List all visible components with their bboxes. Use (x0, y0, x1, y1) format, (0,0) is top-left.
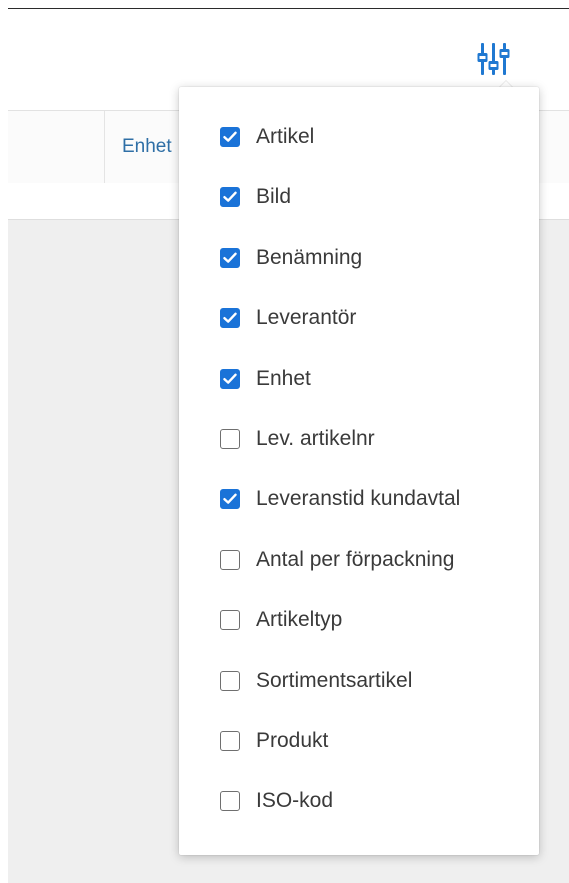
checkmark-icon (223, 493, 237, 505)
checkbox-unchecked[interactable] (220, 670, 240, 691)
checkbox-checked[interactable] (220, 247, 240, 268)
column-option-label: Artikeltyp (256, 608, 343, 632)
column-settings-button[interactable] (474, 40, 520, 80)
column-option-7[interactable]: Antal per förpackning (220, 544, 454, 576)
column-divider (104, 111, 105, 183)
sliders-icon (474, 40, 520, 80)
checkbox-unchecked[interactable] (220, 549, 240, 570)
column-option-label: ISO-kod (256, 789, 334, 813)
checkbox-unchecked[interactable] (220, 429, 240, 449)
column-option-4[interactable]: Enhet (220, 363, 311, 395)
checkbox-checked[interactable] (220, 127, 240, 147)
column-option-label: Benämning (256, 245, 363, 269)
checkbox-checked[interactable] (220, 368, 240, 389)
column-option-label: Leveranstid kundavtal (256, 487, 461, 511)
column-option-label: Leverantör (256, 306, 357, 330)
checkmark-icon (223, 252, 237, 264)
checkmark-icon (223, 312, 237, 324)
checkbox-unchecked[interactable] (220, 610, 240, 631)
column-option-1[interactable]: Bild (220, 181, 291, 213)
column-option-label: Produkt (256, 729, 329, 752)
column-option-label: Antal per förpackning (256, 547, 455, 571)
checkbox-unchecked[interactable] (220, 731, 240, 751)
column-option-11[interactable]: ISO-kod (220, 785, 333, 817)
column-option-label: Lev. artikelnr (256, 427, 375, 450)
column-header-enhet[interactable]: Enhet (122, 136, 172, 158)
checkbox-checked[interactable] (220, 187, 240, 208)
column-option-5[interactable]: Lev. artikelnr (220, 423, 375, 455)
checkbox-unchecked[interactable] (220, 791, 240, 812)
top-border (0, 0, 569, 9)
checkbox-checked[interactable] (220, 308, 240, 329)
column-option-10[interactable]: Produkt (220, 725, 328, 757)
checkmark-icon (223, 191, 237, 203)
column-option-8[interactable]: Artikeltyp (220, 604, 342, 636)
checkmark-icon (223, 131, 237, 143)
column-option-3[interactable]: Leverantör (220, 302, 356, 334)
column-option-9[interactable]: Sortimentsartikel (220, 665, 412, 697)
column-option-label: Enhet (256, 366, 311, 390)
column-option-2[interactable]: Benämning (220, 242, 362, 274)
column-option-label: Bild (256, 185, 292, 209)
column-option-label: Sortimentsartikel (256, 668, 413, 692)
column-option-0[interactable]: Artikel (220, 121, 314, 153)
checkmark-icon (223, 373, 237, 385)
column-option-6[interactable]: Leveranstid kundavtal (220, 483, 460, 515)
checkbox-checked[interactable] (220, 489, 240, 510)
column-option-label: Artikel (256, 125, 315, 148)
left-margin (0, 0, 8, 883)
